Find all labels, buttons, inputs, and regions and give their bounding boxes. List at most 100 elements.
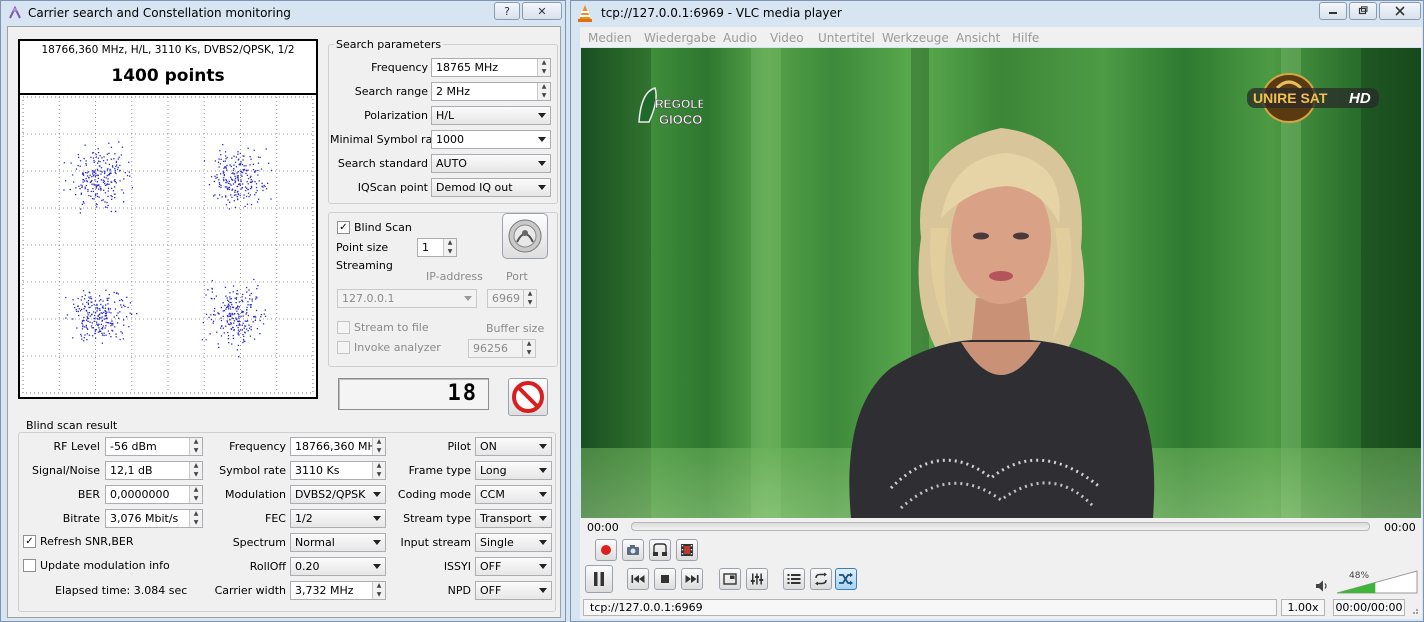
status-time[interactable]: 00:00/00:00: [1333, 599, 1405, 616]
ber-field[interactable]: 0,0000000 ▲ ▼: [105, 485, 203, 504]
fullscreen-button[interactable]: [719, 568, 741, 590]
menu-untertitel[interactable]: Untertitel: [818, 31, 875, 45]
iqscan-select[interactable]: Demod IQ out: [431, 178, 551, 197]
constellation-point: [247, 183, 249, 185]
snr-spinner[interactable]: ▲ ▼: [189, 462, 202, 479]
close-button[interactable]: ✕: [522, 2, 562, 20]
modulation-select[interactable]: DVBS2/QPSK: [290, 485, 386, 504]
vlc-close-button[interactable]: [1379, 2, 1421, 20]
menu-ansicht[interactable]: Ansicht: [956, 31, 1000, 45]
issyi-select[interactable]: OFF: [475, 557, 552, 576]
constellation-point: [218, 179, 220, 181]
ber-spinner[interactable]: ▲ ▼: [189, 486, 202, 503]
buffer-size-input[interactable]: 96256 ▲ ▼: [468, 339, 536, 358]
search-range-input[interactable]: 2 MHz ▲ ▼: [431, 82, 551, 101]
constellation-point: [79, 212, 81, 214]
shuffle-button[interactable]: [835, 568, 857, 590]
constellation-point: [84, 180, 86, 182]
menu-video[interactable]: Video: [770, 31, 804, 45]
speaker-icon[interactable]: [1315, 579, 1329, 593]
volume-slider[interactable]: [1335, 569, 1419, 595]
previous-button[interactable]: [627, 568, 649, 590]
update-mod-checkbox[interactable]: [23, 559, 36, 572]
blind-scan-checkbox[interactable]: ✓: [337, 221, 350, 234]
constellation-point: [247, 304, 249, 306]
ip-address-select[interactable]: 127.0.0.1: [337, 289, 477, 308]
constellation-point: [104, 206, 107, 208]
npd-select[interactable]: OFF: [475, 581, 552, 600]
spectrum-select[interactable]: Normal: [290, 533, 386, 552]
minimize-button[interactable]: [1319, 2, 1347, 20]
frequency-spinner[interactable]: ▲ ▼: [537, 59, 550, 76]
stop-scan-button[interactable]: [508, 378, 548, 416]
help-button[interactable]: ?: [494, 2, 520, 20]
next-button[interactable]: [681, 568, 703, 590]
input-stream-select[interactable]: Single: [475, 533, 552, 552]
constellation-point: [208, 184, 211, 186]
constellation-point: [264, 309, 266, 311]
symbol-rate-field[interactable]: 3110 Ks ▲ ▼: [290, 461, 386, 480]
frame-type-select[interactable]: Long: [475, 461, 552, 480]
constellation-point: [80, 208, 82, 210]
stream-type-select[interactable]: Transport: [475, 509, 552, 528]
port-input[interactable]: 6969 ▲ ▼: [487, 289, 537, 308]
constellation-point: [129, 302, 131, 304]
playback-speed[interactable]: 1.00x: [1281, 599, 1325, 616]
search-range-spinner[interactable]: ▲ ▼: [537, 83, 550, 100]
port-spinner[interactable]: ▲ ▼: [523, 290, 536, 307]
pilot-select[interactable]: ON: [475, 437, 552, 456]
carrier-width-field[interactable]: 3,732 MHz ▲ ▼: [290, 581, 386, 600]
record-button[interactable]: [595, 539, 617, 561]
playlist-button[interactable]: [783, 568, 805, 590]
min-symbol-rate-select[interactable]: 1000: [431, 130, 551, 149]
resize-grip-icon[interactable]: [1409, 605, 1419, 615]
video-area[interactable]: REGOLE GIOCO UNIRE SAT HD: [581, 48, 1421, 518]
menu-wiedergabe[interactable]: Wiedergabe: [644, 31, 716, 45]
menu-audio[interactable]: Audio: [723, 31, 757, 45]
snr-field[interactable]: 12,1 dB ▲ ▼: [105, 461, 203, 480]
constellation-point: [218, 166, 220, 168]
seek-bar[interactable]: [631, 522, 1370, 531]
constellation-point: [214, 314, 216, 316]
bitrate-field[interactable]: 3,076 Mbit/s ▲ ▼: [105, 509, 203, 528]
rolloff-select[interactable]: 0.20: [290, 557, 386, 576]
refresh-snr-checkbox[interactable]: ✓: [23, 535, 36, 548]
constellation-point: [84, 186, 86, 188]
symbol-rate-spinner[interactable]: ▲ ▼: [372, 462, 385, 479]
menu-werkzeuge[interactable]: Werkzeuge: [882, 31, 949, 45]
result-frequency-field[interactable]: 18766,360 MHz ▲ ▼: [290, 437, 386, 456]
frequency-input[interactable]: 18765 MHz ▲ ▼: [431, 58, 551, 77]
extended-settings-button[interactable]: [746, 568, 768, 590]
rf-level-field[interactable]: -56 dBm ▲ ▼: [105, 437, 203, 456]
coding-mode-select[interactable]: CCM: [475, 485, 552, 504]
loop-ab-button[interactable]: [649, 539, 671, 561]
bitrate-spinner[interactable]: ▲ ▼: [189, 510, 202, 527]
menu-medien[interactable]: Medien: [588, 31, 632, 45]
polarization-select[interactable]: H/L: [431, 106, 551, 125]
maximize-button[interactable]: [1349, 2, 1377, 20]
buffer-size-spinner[interactable]: ▲ ▼: [522, 340, 535, 357]
menu-hilfe[interactable]: Hilfe: [1012, 31, 1039, 45]
snapshot-button[interactable]: [622, 539, 644, 561]
stream-to-file-checkbox[interactable]: [337, 321, 350, 334]
point-size-input[interactable]: 1 ▲ ▼: [417, 238, 457, 257]
constellation-point: [87, 312, 89, 314]
invoke-analyzer-checkbox[interactable]: [337, 341, 350, 354]
constellation-point: [123, 178, 125, 180]
constellation-point: [81, 203, 84, 205]
frame-step-button[interactable]: [676, 539, 698, 561]
pause-button[interactable]: [585, 565, 613, 593]
point-size-spinner[interactable]: ▲ ▼: [443, 239, 456, 256]
constellation-point: [101, 171, 103, 173]
constellation-point: [101, 199, 103, 202]
constellation-point: [84, 294, 86, 296]
search-standard-select[interactable]: AUTO: [431, 154, 551, 173]
stop-button[interactable]: [654, 568, 676, 590]
result-frequency-spinner[interactable]: ▲ ▼: [372, 438, 385, 455]
fec-select[interactable]: 1/2: [290, 509, 386, 528]
constellation-point: [94, 195, 97, 197]
scan-button[interactable]: [502, 213, 548, 259]
rf-level-spinner[interactable]: ▲ ▼: [189, 438, 202, 455]
loop-button[interactable]: [810, 568, 832, 590]
carrier-width-spinner[interactable]: ▲ ▼: [372, 582, 385, 599]
